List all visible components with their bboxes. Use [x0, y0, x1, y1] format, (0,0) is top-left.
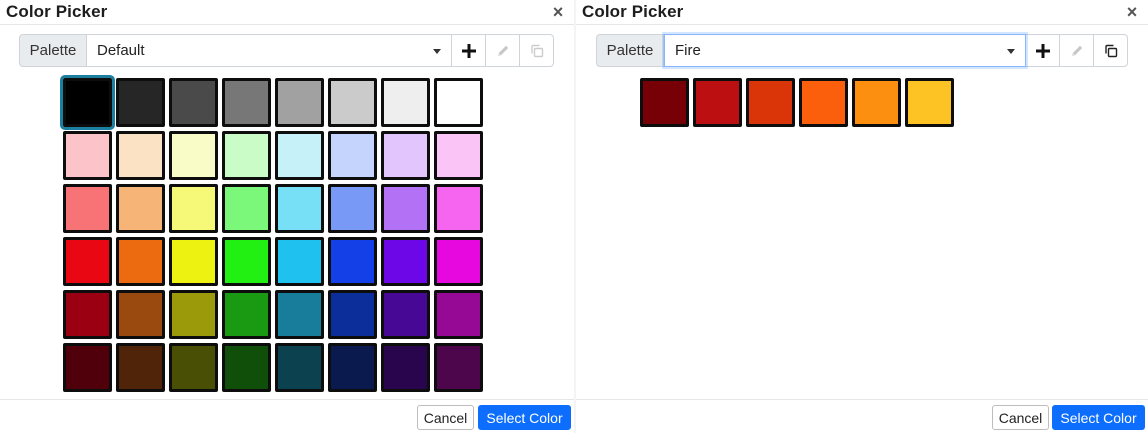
color-swatch[interactable]	[275, 237, 324, 286]
duplicate-palette-button[interactable]	[520, 34, 554, 67]
color-swatch[interactable]	[116, 184, 165, 233]
palette-toolbar: Palette Default	[19, 34, 554, 67]
color-swatch[interactable]	[169, 78, 218, 127]
color-swatch[interactable]	[381, 131, 430, 180]
duplicate-palette-button[interactable]	[1094, 34, 1128, 67]
color-swatch[interactable]	[222, 131, 271, 180]
color-swatch[interactable]	[169, 290, 218, 339]
color-swatch[interactable]	[328, 184, 377, 233]
pencil-icon	[1071, 45, 1082, 56]
color-swatch[interactable]	[222, 184, 271, 233]
title-divider	[0, 24, 574, 25]
color-swatch[interactable]	[275, 290, 324, 339]
color-swatch[interactable]	[852, 78, 901, 127]
color-swatch[interactable]	[381, 237, 430, 286]
pencil-icon	[497, 45, 508, 56]
color-swatch[interactable]	[746, 78, 795, 127]
color-swatch[interactable]	[116, 343, 165, 392]
color-swatch[interactable]	[222, 237, 271, 286]
color-swatch[interactable]	[222, 343, 271, 392]
color-swatch[interactable]	[905, 78, 954, 127]
palette-select-value: Fire	[675, 42, 701, 59]
color-swatch[interactable]	[63, 184, 112, 233]
palette-toolbar: Palette Fire	[596, 34, 1128, 67]
chevron-down-icon	[1007, 49, 1015, 54]
color-swatch[interactable]	[434, 237, 483, 286]
color-swatch[interactable]	[63, 131, 112, 180]
close-icon[interactable]: ×	[550, 3, 566, 21]
copy-icon	[1104, 44, 1117, 57]
color-swatch[interactable]	[275, 78, 324, 127]
plus-icon	[1035, 43, 1050, 58]
color-swatch[interactable]	[169, 237, 218, 286]
footer-divider	[0, 399, 574, 400]
color-swatch[interactable]	[169, 184, 218, 233]
chevron-down-icon	[433, 49, 441, 54]
cancel-button[interactable]: Cancel	[992, 405, 1049, 430]
title-divider	[576, 24, 1148, 25]
palette-label: Palette	[596, 34, 664, 67]
color-swatch[interactable]	[222, 290, 271, 339]
color-swatch[interactable]	[381, 343, 430, 392]
color-swatch[interactable]	[328, 131, 377, 180]
color-picker-dialog-default: Color Picker × Palette Default Cancel Se…	[0, 0, 574, 433]
color-swatch[interactable]	[169, 343, 218, 392]
edit-palette-button[interactable]	[1060, 34, 1094, 67]
add-palette-button[interactable]	[452, 34, 486, 67]
dialog-title: Color Picker	[582, 2, 684, 21]
color-swatch[interactable]	[63, 237, 112, 286]
color-swatch[interactable]	[381, 78, 430, 127]
color-swatch[interactable]	[434, 78, 483, 127]
color-swatch[interactable]	[328, 343, 377, 392]
color-swatch[interactable]	[640, 78, 689, 127]
palette-label: Palette	[19, 34, 87, 67]
plus-icon	[461, 43, 476, 58]
cancel-button[interactable]: Cancel	[417, 405, 474, 430]
edit-palette-button[interactable]	[486, 34, 520, 67]
color-swatch[interactable]	[222, 78, 271, 127]
add-palette-button[interactable]	[1026, 34, 1060, 67]
color-swatch[interactable]	[60, 75, 115, 130]
color-swatch[interactable]	[434, 290, 483, 339]
color-swatch[interactable]	[275, 343, 324, 392]
select-color-button[interactable]: Select Color	[1052, 405, 1145, 430]
color-swatch[interactable]	[63, 290, 112, 339]
color-picker-dialog-fire: Color Picker × Palette Fire Cancel Selec…	[576, 0, 1148, 433]
color-swatch[interactable]	[434, 343, 483, 392]
color-swatch[interactable]	[381, 290, 430, 339]
color-swatch[interactable]	[799, 78, 848, 127]
color-swatch[interactable]	[275, 184, 324, 233]
color-swatch[interactable]	[434, 184, 483, 233]
footer-divider	[576, 399, 1148, 400]
palette-select[interactable]: Default	[87, 34, 452, 67]
color-swatch[interactable]	[693, 78, 742, 127]
color-swatch[interactable]	[116, 131, 165, 180]
color-swatch[interactable]	[381, 184, 430, 233]
color-swatch[interactable]	[116, 78, 165, 127]
palette-select-value: Default	[97, 42, 145, 59]
color-swatch[interactable]	[328, 78, 377, 127]
color-swatch[interactable]	[169, 131, 218, 180]
color-swatch[interactable]	[275, 131, 324, 180]
color-swatch[interactable]	[434, 131, 483, 180]
color-swatch[interactable]	[63, 343, 112, 392]
close-icon[interactable]: ×	[1124, 3, 1140, 21]
color-swatch[interactable]	[328, 237, 377, 286]
copy-icon	[530, 44, 543, 57]
dialog-title: Color Picker	[6, 2, 108, 21]
color-swatch[interactable]	[116, 237, 165, 286]
select-color-button[interactable]: Select Color	[478, 405, 571, 430]
color-swatch[interactable]	[328, 290, 377, 339]
palette-select[interactable]: Fire	[664, 34, 1026, 67]
color-swatch[interactable]	[116, 290, 165, 339]
